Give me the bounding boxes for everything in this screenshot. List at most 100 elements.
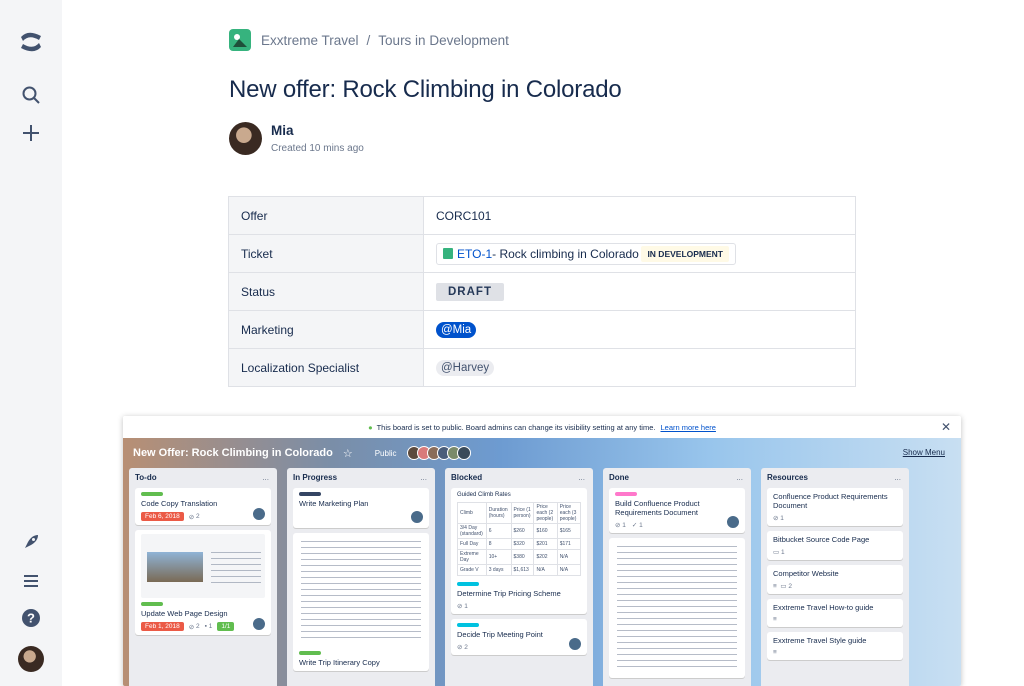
learn-more-link[interactable]: Learn more here	[660, 423, 715, 432]
card-member-avatar	[410, 510, 424, 524]
table-row: Full Day 8 $320 $201 $171	[457, 538, 582, 550]
list-menu-icon[interactable]: ...	[736, 468, 743, 488]
author-avatar[interactable]	[229, 122, 262, 155]
board-members[interactable]	[406, 446, 471, 460]
help-icon[interactable]: ?	[17, 604, 45, 632]
table-cell: N/A	[556, 549, 582, 565]
breadcrumb-page-link[interactable]: Tours in Development	[378, 33, 509, 48]
cover-photo	[147, 552, 203, 582]
list-title[interactable]: In Progress	[293, 473, 337, 482]
card-title: Decide Trip Meeting Point	[457, 630, 543, 639]
card-title: Guided Climb Rates	[457, 492, 511, 498]
card[interactable]: Guided Climb Rates Climb Duration (hours…	[451, 488, 587, 614]
card-title: Determine Trip Pricing Scheme	[457, 589, 561, 598]
property-key: Localization Specialist	[228, 348, 424, 387]
card[interactable]: Update Web Page Design Feb 1, 2018 ⊘ 2 ▪…	[135, 530, 271, 635]
text-lines	[301, 541, 421, 643]
list-title[interactable]: Resources	[767, 473, 808, 482]
card[interactable]: Code Copy Translation Feb 6, 2018 ⊘ 2	[135, 488, 271, 525]
cover-text	[211, 552, 261, 586]
author-name[interactable]: Mia	[271, 123, 364, 138]
card[interactable]: Decide Trip Meeting Point ⊘ 2	[451, 619, 587, 655]
list-menu-icon[interactable]: ...	[420, 468, 427, 488]
table-cell: 10+	[485, 549, 512, 565]
menu-icon[interactable]	[17, 567, 45, 595]
page-title: New offer: Rock Climbing in Colorado	[229, 76, 622, 103]
property-value-cell: ETO-1 - Rock climbing in Colorado IN DEV…	[423, 234, 856, 273]
card-label	[299, 492, 321, 496]
jira-status-lozenge: IN DEVELOPMENT	[641, 245, 729, 262]
checklist-count: 1	[639, 521, 643, 529]
search-icon[interactable]	[17, 81, 45, 109]
space-logo-icon[interactable]	[229, 29, 251, 51]
card[interactable]	[609, 538, 745, 678]
property-value-cell: @Harvey	[423, 348, 856, 387]
rates-table: Climb Duration (hours) Price (1 person) …	[457, 502, 582, 576]
card-title: Write Marketing Plan	[299, 499, 369, 508]
card[interactable]: Build Confluence Product Requirements Do…	[609, 488, 745, 533]
due-date-badge: Feb 1, 2018	[141, 622, 184, 631]
list-header: Done...	[609, 468, 745, 488]
card-member-avatar	[568, 637, 582, 651]
card-title: Confluence Product Requirements Document	[773, 492, 888, 510]
attachment-count: 1	[780, 514, 784, 522]
card[interactable]: Exxtreme Travel Style guide ≡	[767, 632, 903, 660]
user-mention[interactable]: @Mia	[436, 321, 477, 338]
card-title: Bitbucket Source Code Page	[773, 535, 870, 544]
member-avatar[interactable]	[456, 446, 471, 460]
close-icon[interactable]: ✕	[941, 420, 951, 434]
property-value-cell: DRAFT	[423, 272, 856, 311]
card[interactable]: Bitbucket Source Code Page ▭ 1	[767, 531, 903, 560]
list-menu-icon[interactable]: ...	[578, 468, 585, 488]
list-menu-icon[interactable]: ...	[894, 468, 901, 488]
svg-text:?: ?	[27, 611, 35, 626]
breadcrumb-space-link[interactable]: Exxtreme Travel	[261, 33, 359, 48]
table-cell: Grade V	[457, 564, 487, 576]
card[interactable]: Exxtreme Travel How-to guide ≡	[767, 599, 903, 627]
card[interactable]: Write Trip Itinerary Copy	[293, 533, 429, 671]
table-row: Climb Duration (hours) Price (1 person) …	[457, 502, 582, 524]
user-avatar[interactable]	[17, 645, 45, 673]
card-cover-image	[141, 534, 265, 598]
create-plus-icon[interactable]	[17, 119, 45, 147]
table-cell: $320	[510, 538, 535, 550]
confluence-logo-icon[interactable]	[17, 28, 45, 56]
user-mention[interactable]: @Harvey	[436, 359, 495, 376]
jira-story-icon	[443, 248, 453, 259]
star-icon[interactable]: ☆	[343, 447, 353, 460]
list-title[interactable]: Done	[609, 473, 629, 482]
list-header: To-do...	[135, 468, 271, 488]
status-badge: DRAFT	[436, 282, 504, 301]
card-badges: Feb 6, 2018 ⊘ 2	[141, 512, 265, 521]
table-row: Marketing @Mia	[228, 310, 856, 349]
card-title: Competitor Website	[773, 569, 839, 578]
list-title[interactable]: To-do	[135, 473, 157, 482]
comment-icon: ▭	[773, 549, 781, 556]
card-badges: ⊘ 1	[457, 602, 581, 611]
card-title: Write Trip Itinerary Copy	[299, 658, 380, 667]
table-cell: 8	[485, 538, 512, 550]
attachment-icon: ⊘	[457, 603, 465, 610]
table-row: Offer CORC101	[228, 196, 856, 235]
jira-issue-key[interactable]: ETO-1	[457, 247, 492, 261]
list-header: In Progress...	[293, 468, 429, 488]
show-menu-link[interactable]: Show Menu	[903, 448, 945, 457]
table-cell: Full Day	[457, 538, 487, 550]
card-badges: Feb 1, 2018 ⊘ 2 ▪ 1 1/1	[141, 622, 265, 631]
comment-count: 1	[780, 548, 785, 556]
card[interactable]: Competitor Website ≡ ▭ 2	[767, 565, 903, 594]
visibility-label[interactable]: Public	[375, 449, 397, 458]
list-title[interactable]: Blocked	[451, 473, 482, 482]
card[interactable]: Confluence Product Requirements Document…	[767, 488, 903, 526]
rocket-icon[interactable]	[17, 528, 45, 556]
card-label	[141, 492, 163, 496]
table-cell: N/A	[533, 564, 558, 576]
page-properties-table: Offer CORC101 Ticket ETO-1 - Rock climbi…	[228, 196, 856, 387]
card[interactable]: Write Marketing Plan	[293, 488, 429, 528]
jira-issue-title[interactable]: - Rock climbing in Colorado	[492, 247, 639, 261]
jira-issue-link[interactable]: ETO-1 - Rock climbing in Colorado IN DEV…	[436, 242, 736, 265]
card-label	[457, 623, 479, 627]
card-label	[141, 602, 163, 606]
list-menu-icon[interactable]: ...	[262, 468, 269, 488]
board-title[interactable]: New Offer: Rock Climbing in Colorado	[133, 447, 333, 459]
